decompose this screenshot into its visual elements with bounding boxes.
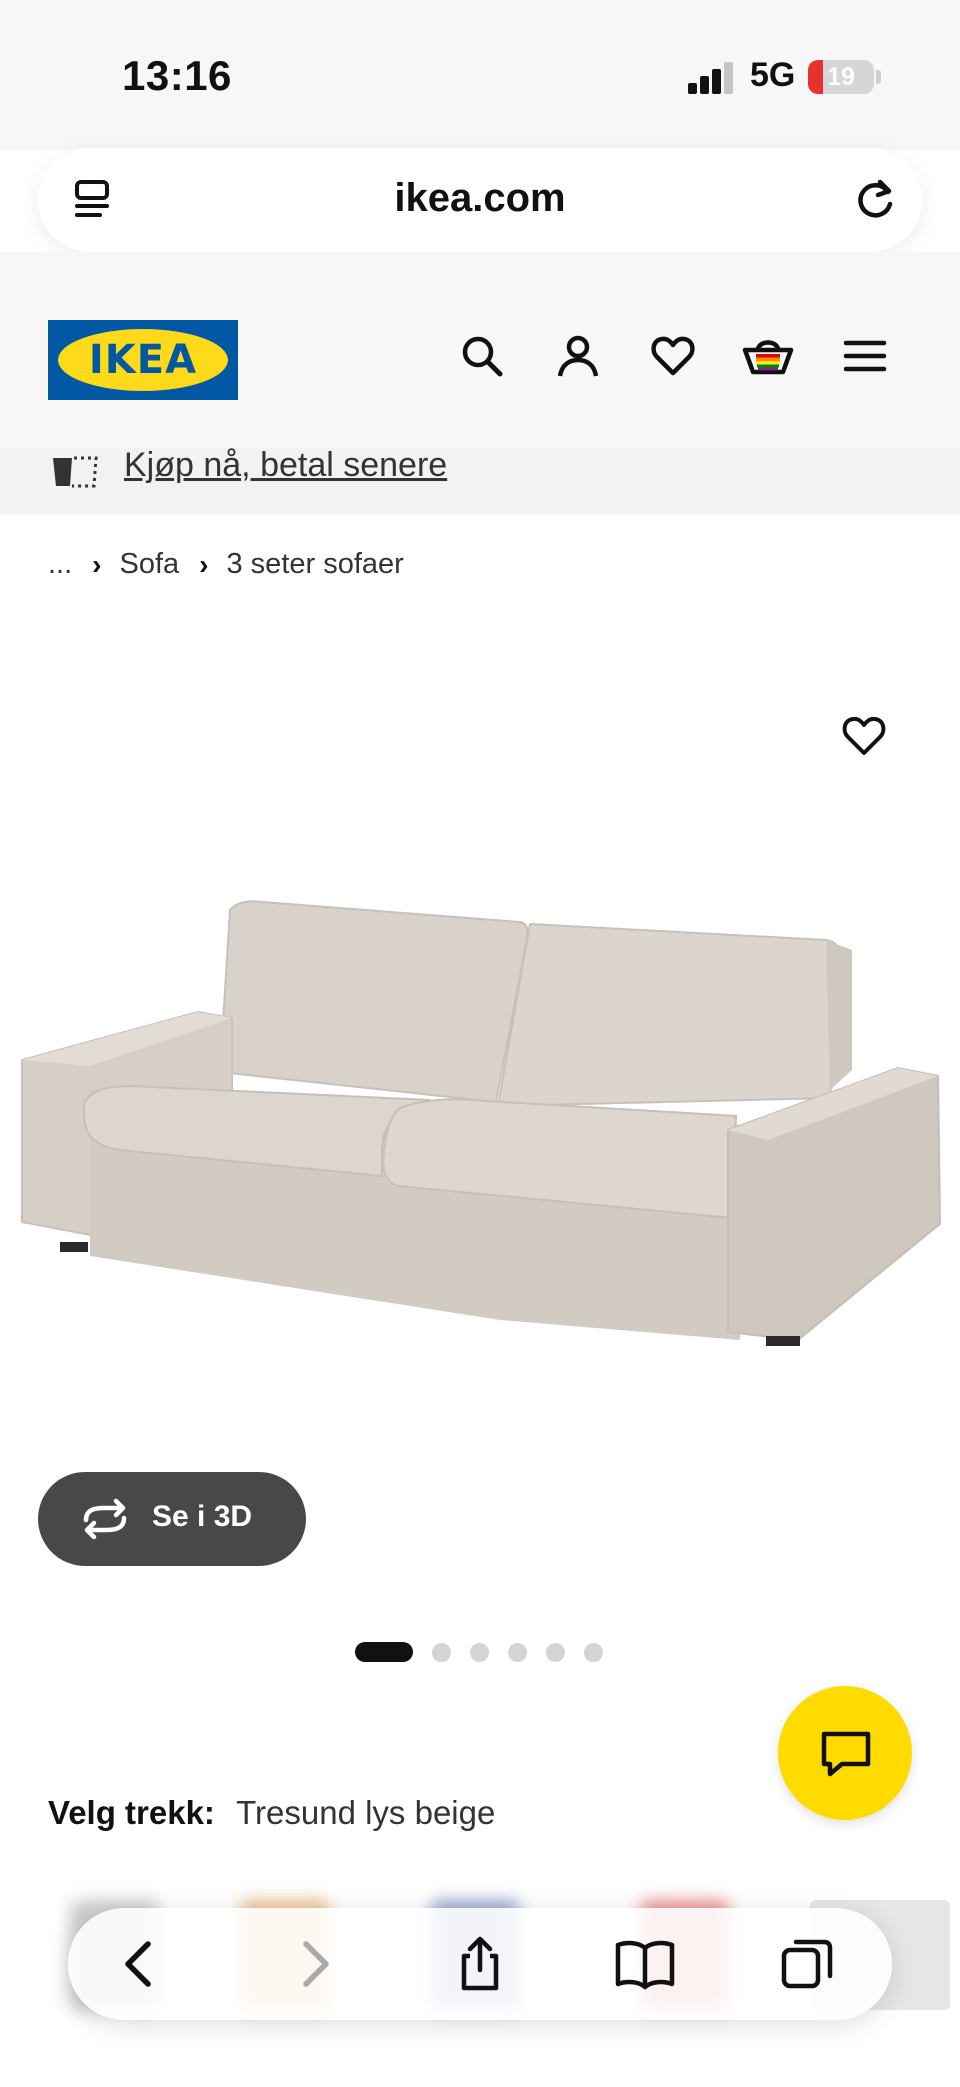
view-3d-label: Se i 3D	[152, 1500, 253, 1533]
chat-icon	[821, 1731, 871, 1777]
account-icon[interactable]	[554, 332, 602, 380]
back-icon[interactable]	[112, 1936, 168, 1992]
menu-icon[interactable]	[841, 332, 889, 380]
network-label: 5G	[750, 56, 796, 94]
battery-level: 19	[827, 63, 855, 91]
favorite-icon[interactable]	[840, 712, 888, 760]
breadcrumb-ellipsis[interactable]: ...	[48, 548, 72, 581]
chat-button[interactable]	[778, 1686, 912, 1820]
tabs-icon[interactable]	[780, 1936, 836, 1992]
product-image[interactable]	[0, 620, 960, 1480]
gallery-dot-4[interactable]	[508, 1642, 527, 1662]
heart-icon[interactable]	[649, 332, 697, 380]
promo-link[interactable]: Kjøp nå, betal senere	[124, 448, 447, 485]
logo-text: IKEA	[88, 337, 198, 383]
cover-selection: Velg trekk: Tresund lys beige	[48, 1794, 495, 1832]
breadcrumb-item-3-seter[interactable]: 3 seter sofaer	[227, 548, 404, 581]
cover-selection-label: Velg trekk:	[48, 1794, 215, 1831]
share-icon[interactable]	[452, 1936, 508, 1992]
browser-toolbar	[68, 1908, 892, 2020]
bookmarks-icon[interactable]	[614, 1936, 676, 1992]
view-3d-button[interactable]: Se i 3D	[38, 1472, 306, 1566]
ikea-logo[interactable]: IKEA	[48, 320, 238, 400]
chevron-right-icon: ›	[92, 548, 102, 580]
gallery-dot-2[interactable]	[432, 1642, 451, 1662]
battery-tip	[876, 70, 881, 84]
gallery-pagination	[355, 1642, 622, 1662]
pay-later-icon	[53, 456, 98, 488]
gallery-dot-6[interactable]	[584, 1642, 603, 1662]
url-bar[interactable]: ikea.com	[38, 148, 922, 252]
status-bar: 13:16 5G 19	[0, 0, 960, 150]
breadcrumb-item-sofa[interactable]: Sofa	[120, 548, 180, 581]
url-text[interactable]: ikea.com	[38, 176, 922, 221]
status-time: 13:16	[122, 52, 232, 99]
signal-icon	[688, 62, 734, 94]
search-icon[interactable]	[458, 332, 506, 380]
promo-bar: Kjøp nå, betal senere	[0, 448, 960, 514]
cart-icon[interactable]	[742, 332, 794, 380]
battery-icon: 19	[808, 60, 874, 94]
rotate-3d-icon	[83, 1498, 127, 1540]
gallery-dot-3[interactable]	[470, 1642, 489, 1662]
site-header: IKEA	[0, 252, 960, 448]
gallery-dot-5[interactable]	[546, 1642, 565, 1662]
breadcrumb: ... › Sofa › 3 seter sofaer	[48, 548, 404, 581]
reload-icon[interactable]	[850, 174, 900, 224]
gallery-dot-1[interactable]	[355, 1642, 413, 1662]
cover-selection-value: Tresund lys beige	[236, 1794, 496, 1831]
forward-icon[interactable]	[286, 1936, 342, 1992]
chevron-right-icon: ›	[199, 548, 209, 580]
